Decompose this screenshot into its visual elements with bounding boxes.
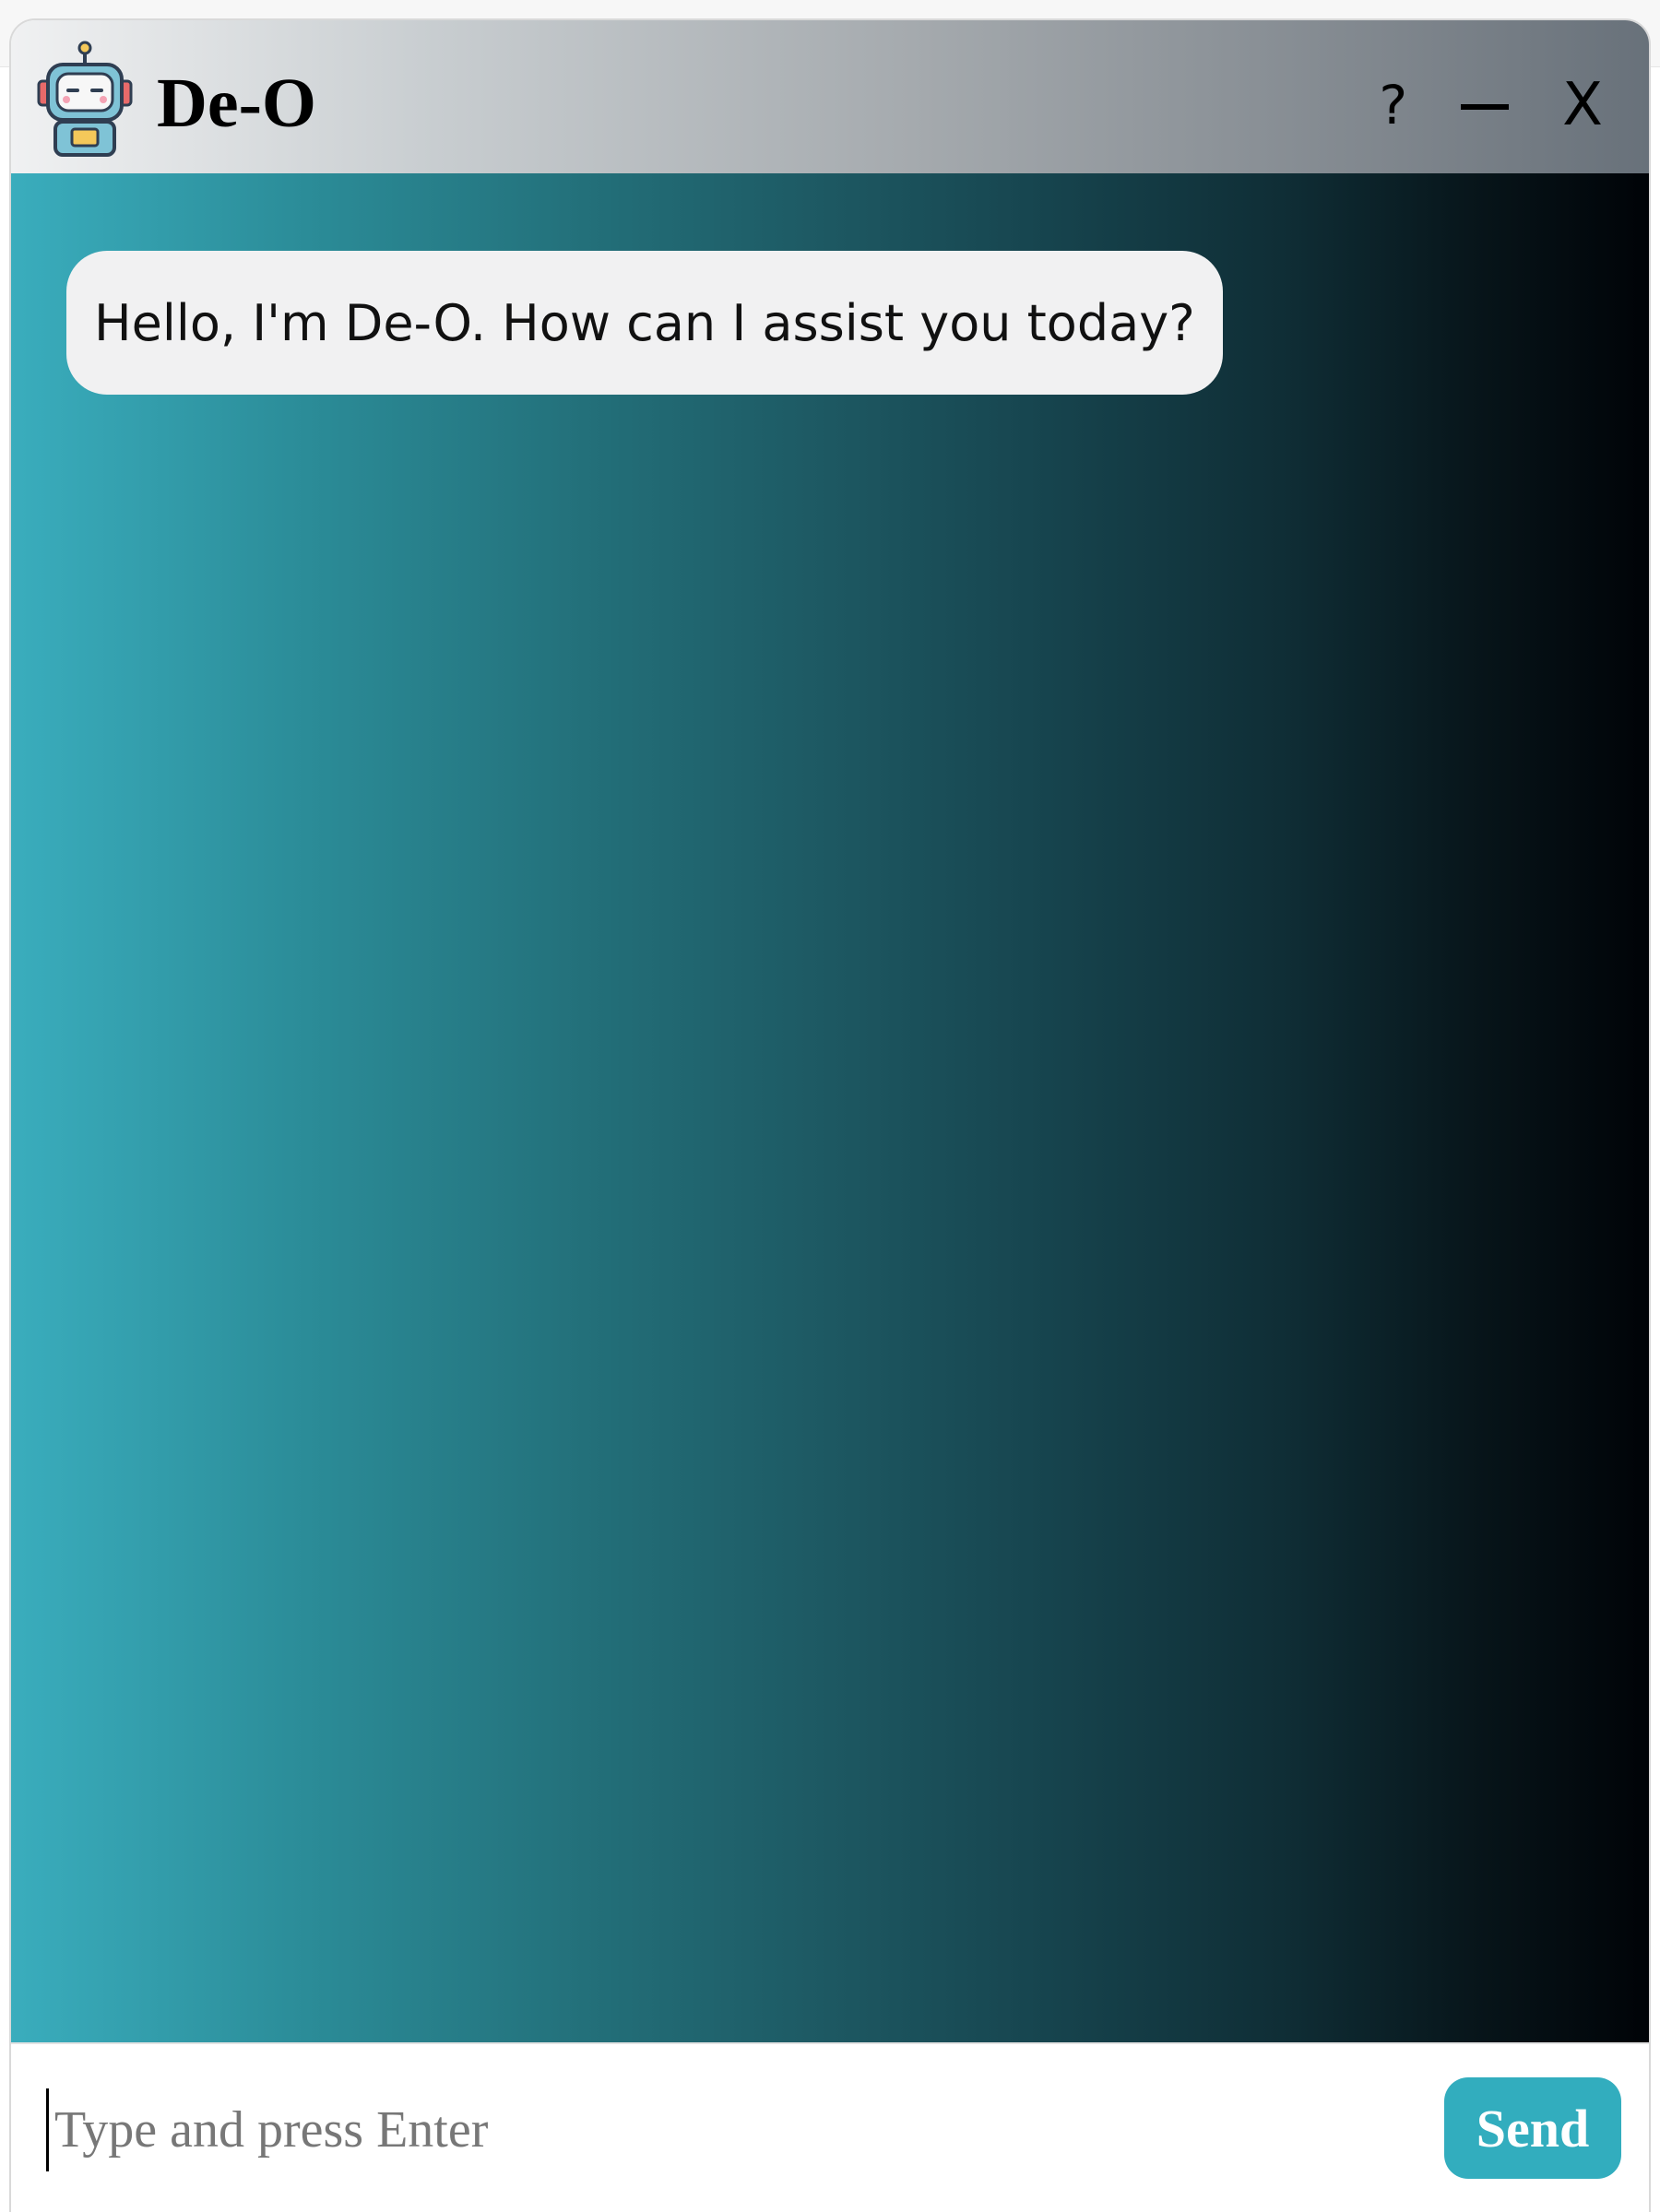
- robot-icon: [37, 41, 133, 157]
- message-composer: Send: [11, 2042, 1649, 2212]
- chat-messages-area: Hello, I'm De-O. How can I assist you to…: [11, 173, 1649, 2042]
- message-input[interactable]: [46, 2088, 1419, 2171]
- send-button[interactable]: Send: [1444, 2077, 1621, 2179]
- help-button[interactable]: ?: [1379, 78, 1407, 132]
- chat-title: De-O: [157, 65, 317, 142]
- chat-header: De-O ? X: [11, 20, 1649, 173]
- minimize-icon[interactable]: [1461, 104, 1510, 110]
- close-button[interactable]: X: [1562, 76, 1603, 135]
- chat-window: De-O ? X Hello, I'm De-O. How can I assi…: [11, 20, 1649, 2212]
- bot-message-text: Hello, I'm De-O. How can I assist you to…: [94, 293, 1195, 352]
- bot-message-bubble: Hello, I'm De-O. How can I assist you to…: [66, 251, 1223, 395]
- window-controls: ? X: [1379, 76, 1603, 135]
